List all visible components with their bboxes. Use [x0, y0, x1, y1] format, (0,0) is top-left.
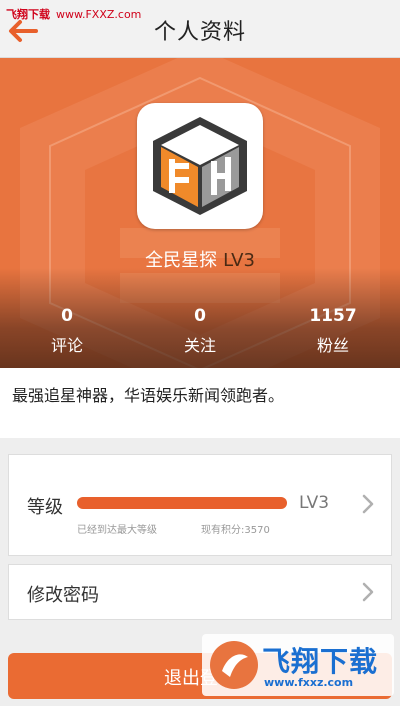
stat-fans[interactable]: 1157 粉丝: [273, 306, 393, 356]
user-name: 全民星探: [145, 250, 218, 271]
watermark-site: www.fxxz.com: [264, 676, 354, 689]
stat-value: 1157: [309, 306, 357, 326]
stat-value: 0: [61, 306, 73, 326]
chevron-right-icon: [362, 582, 374, 602]
stat-label: 评论: [50, 336, 83, 355]
change-password-label: 修改密码: [27, 585, 99, 606]
intro-text: 最强追星神器，华语娱乐新闻领跑者。: [12, 386, 285, 405]
stat-label: 粉丝: [316, 336, 349, 355]
level-label: 等级: [27, 497, 63, 518]
app-logo-icon: [153, 117, 247, 215]
top-bar: 飞翔下载 www.FXXZ.com 个人资料: [0, 0, 400, 58]
chevron-right-icon: [362, 494, 374, 514]
points-hint: 现有积分:3570: [201, 525, 270, 536]
stat-label: 关注: [183, 336, 216, 355]
watermark-logo: 飞翔下载 www.fxxz.com: [202, 634, 394, 696]
stat-comments[interactable]: 0 评论: [7, 306, 127, 356]
stat-following[interactable]: 0 关注: [140, 306, 260, 356]
watermark-logo-icon: [210, 641, 258, 689]
avatar[interactable]: [137, 103, 263, 229]
change-password-row[interactable]: 修改密码: [8, 564, 392, 620]
level-value: LV3: [299, 493, 330, 513]
page-title: 个人资料: [153, 20, 246, 45]
stat-value: 0: [194, 306, 206, 326]
level-progress-bar: [77, 497, 287, 509]
watermark-brand: 飞翔下载: [262, 645, 379, 678]
user-name-line: 全民星探 LV3: [0, 246, 400, 272]
level-progress-fill: [77, 497, 287, 509]
intro-section: 最强追星神器，华语娱乐新闻领跑者。: [0, 368, 400, 438]
level-row[interactable]: 等级 LV3 已经到达最大等级 现有积分:3570: [8, 454, 392, 556]
level-max-hint: 已经到达最大等级: [77, 525, 157, 536]
user-level: LV3: [223, 250, 255, 271]
